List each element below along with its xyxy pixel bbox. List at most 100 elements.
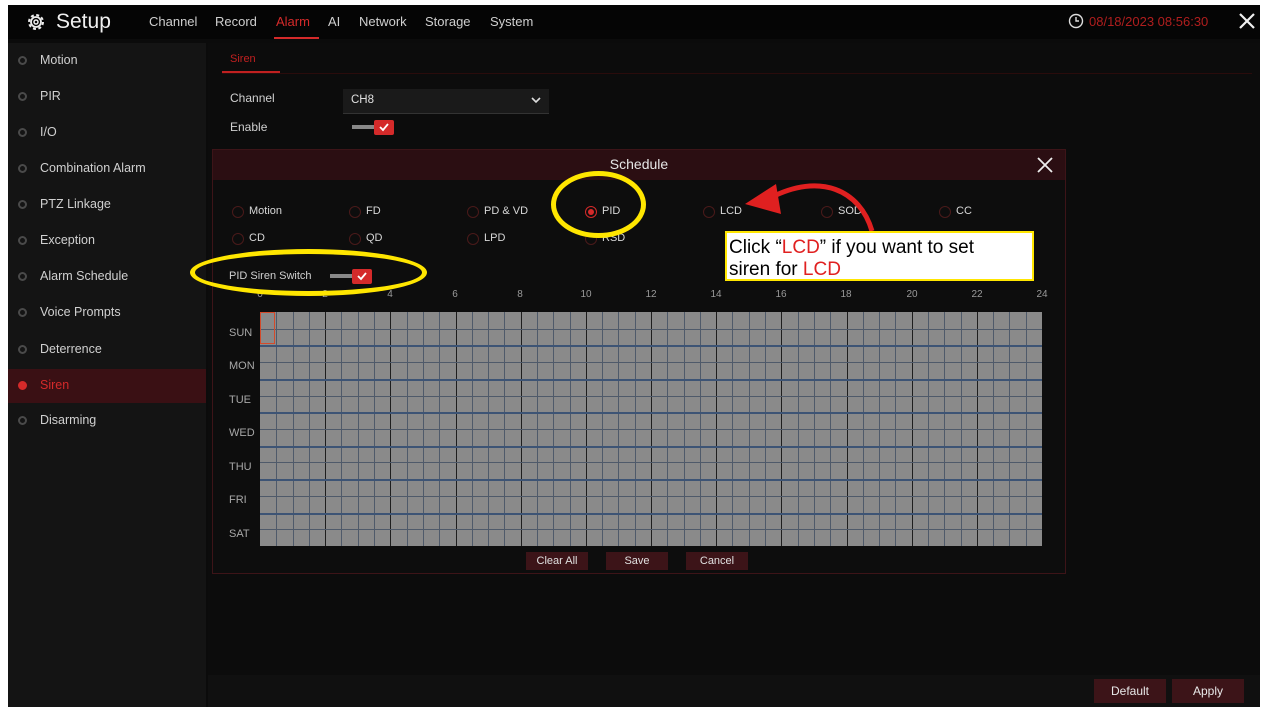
- sidebar-item-voice-prompts[interactable]: Voice Prompts: [8, 296, 206, 330]
- sidebar-dot-icon: [18, 381, 27, 390]
- channel-select[interactable]: CH8: [343, 89, 549, 114]
- cancel-button[interactable]: Cancel: [686, 552, 748, 570]
- radio-label: Motion: [249, 205, 283, 217]
- chevron-down-icon: [531, 97, 541, 104]
- sidebar-item-exception[interactable]: Exception: [8, 224, 206, 258]
- tab-channel[interactable]: Channel: [149, 14, 197, 29]
- enable-label: Enable: [230, 120, 268, 134]
- radio-sod[interactable]: SOD: [821, 204, 941, 220]
- sidebar-item-label: PTZ Linkage: [40, 197, 111, 211]
- day-label: THU: [229, 461, 252, 473]
- enable-toggle[interactable]: [352, 120, 398, 136]
- sidebar-dot-icon: [18, 416, 27, 425]
- grid-hline: [260, 462, 1042, 463]
- hour-label: 24: [1036, 289, 1048, 300]
- sidebar-item-deterrence[interactable]: Deterrence: [8, 333, 206, 367]
- sidebar: Motion PIR I/O Combination Alarm PTZ Lin…: [8, 43, 206, 707]
- grid-row-line: [260, 513, 1042, 515]
- sidebar-item-io[interactable]: I/O: [8, 116, 206, 150]
- bottom-bar: Default Apply: [208, 675, 1260, 707]
- hour-label: 10: [580, 289, 592, 300]
- sidebar-dot-icon: [18, 92, 27, 101]
- check-icon: [379, 123, 389, 132]
- sidebar-item-motion[interactable]: Motion: [8, 44, 206, 78]
- hour-label: 12: [645, 289, 657, 300]
- grid-hline: [260, 362, 1042, 363]
- sidebar-item-alarm-schedule[interactable]: Alarm Schedule: [8, 260, 206, 294]
- sidebar-item-pir[interactable]: PIR: [8, 80, 206, 114]
- save-button[interactable]: Save: [606, 552, 668, 570]
- grid-hline: [260, 529, 1042, 530]
- close-icon[interactable]: [1236, 10, 1258, 32]
- annotation-line-1: Click “LCD” if you want to set: [729, 237, 974, 258]
- radio-qd[interactable]: QD: [349, 231, 469, 247]
- apply-button[interactable]: Apply: [1172, 679, 1244, 703]
- sidebar-item-label: Motion: [40, 53, 78, 67]
- grid-hline: [260, 329, 1042, 330]
- sidebar-item-label: PIR: [40, 89, 61, 103]
- radio-motion[interactable]: Motion: [232, 204, 352, 220]
- sidebar-item-label: Voice Prompts: [40, 305, 121, 319]
- day-label: MON: [229, 360, 255, 372]
- radio-cc[interactable]: CC: [939, 204, 1059, 220]
- grid-hline: [260, 396, 1042, 397]
- gear-icon: [28, 14, 44, 30]
- hour-label: 8: [517, 289, 523, 300]
- sidebar-item-label: Alarm Schedule: [40, 269, 129, 283]
- active-tab-indicator: [274, 37, 319, 39]
- hour-label: 22: [971, 289, 983, 300]
- grid-row-line: [260, 479, 1042, 481]
- annotation-callout: Click “LCD” if you want to set siren for…: [725, 231, 1034, 281]
- radio-label: QD: [366, 232, 383, 244]
- sidebar-dot-icon: [18, 128, 27, 137]
- sidebar-item-label: Exception: [40, 233, 95, 247]
- day-label: TUE: [229, 394, 251, 406]
- grid-row-line: [260, 412, 1042, 414]
- grid-selected-cell[interactable]: [260, 312, 275, 344]
- highlight-ellipse-switch: [190, 249, 427, 296]
- sidebar-item-label: Deterrence: [40, 342, 102, 356]
- hour-label: 20: [906, 289, 918, 300]
- sidebar-dot-icon: [18, 164, 27, 173]
- sidebar-item-disarming[interactable]: Disarming: [8, 404, 206, 438]
- schedule-grid[interactable]: [260, 312, 1042, 546]
- dialog-title: Schedule: [609, 156, 669, 172]
- sidebar-item-combination-alarm[interactable]: Combination Alarm: [8, 152, 206, 186]
- annotation-line-2: siren for LCD: [729, 259, 841, 280]
- sidebar-dot-icon: [18, 308, 27, 317]
- radio-label: SOD: [838, 205, 862, 217]
- sidebar-item-siren[interactable]: Siren: [8, 369, 206, 403]
- dialog-header: Schedule: [213, 150, 1065, 180]
- close-icon[interactable]: [1036, 156, 1054, 174]
- radio-fd[interactable]: FD: [349, 204, 469, 220]
- sidebar-dot-icon: [18, 272, 27, 281]
- grid-hline: [260, 429, 1042, 430]
- radio-cd[interactable]: CD: [232, 231, 352, 247]
- datetime-display: 08/18/2023 08:56:30: [1089, 14, 1209, 29]
- tab-network[interactable]: Network: [359, 14, 407, 29]
- tab-alarm[interactable]: Alarm: [276, 14, 310, 29]
- radio-label: PD & VD: [484, 205, 529, 217]
- radio-lpd[interactable]: LPD: [467, 231, 587, 247]
- channel-select-value: CH8: [351, 94, 375, 106]
- subtab-divider: [222, 73, 1252, 74]
- sidebar-dot-icon: [18, 236, 27, 245]
- sidebar-dot-icon: [18, 56, 27, 65]
- radio-label: LCD: [720, 205, 743, 217]
- radio-label: CD: [249, 232, 265, 244]
- app-window: Setup Channel Record Alarm AI Network St…: [8, 5, 1260, 707]
- tab-storage[interactable]: Storage: [425, 14, 471, 29]
- sidebar-item-label: I/O: [40, 125, 57, 139]
- tab-system[interactable]: System: [490, 14, 533, 29]
- default-button[interactable]: Default: [1094, 679, 1166, 703]
- grid-row-line: [260, 446, 1042, 448]
- hour-label: 6: [452, 289, 458, 300]
- grid-hline: [260, 496, 1042, 497]
- clear-all-button[interactable]: Clear All: [526, 552, 588, 570]
- app-title: Setup: [56, 10, 111, 33]
- tab-record[interactable]: Record: [215, 14, 257, 29]
- radio-lcd[interactable]: LCD: [703, 204, 823, 220]
- subtab-siren[interactable]: Siren: [230, 53, 256, 65]
- tab-ai[interactable]: AI: [328, 14, 340, 29]
- sidebar-item-ptz-linkage[interactable]: PTZ Linkage: [8, 188, 206, 222]
